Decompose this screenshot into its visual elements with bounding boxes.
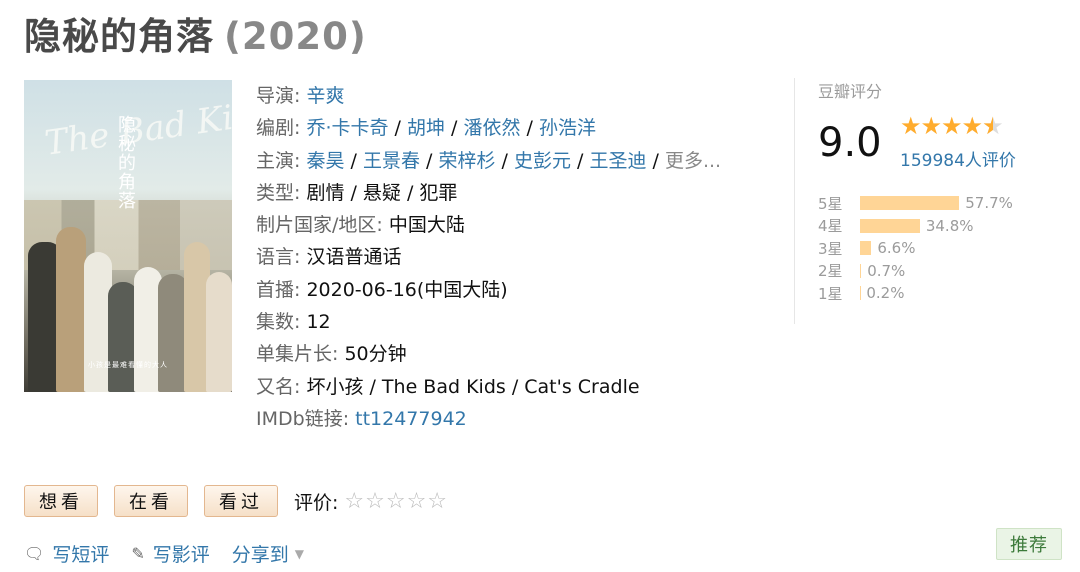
rating-bar-label: 4星 <box>818 217 843 236</box>
poster-image[interactable]: The Bad Kids 隐秘的角落 小孩是最难看懂的大人 <box>24 80 232 392</box>
pencil-icon: ✎ <box>131 544 145 563</box>
rating-bar-fill <box>860 241 872 256</box>
poster-caption: 小孩是最难看懂的大人 <box>88 361 168 369</box>
rating-bar-row: 5星 57.7% <box>818 192 1013 215</box>
director-link[interactable]: 辛爽 <box>306 85 344 107</box>
write-short-review-link[interactable]: 🗨︎ 写短评 <box>24 540 109 567</box>
writer-link[interactable]: 潘依然 <box>463 117 520 139</box>
rating-breakdown: 5星 57.7% 4星 34.8% 3星 6.6% 2星 0.7% 1星 0.2% <box>818 192 1013 305</box>
rating-count-link[interactable]: 159984人评价 <box>900 146 1016 171</box>
review-label: 写影评 <box>152 544 210 566</box>
rating-bar-label: 3星 <box>818 239 843 258</box>
half-star-icon: ★ <box>982 112 1003 140</box>
rating-bar-label: 5星 <box>818 194 843 213</box>
writers-row: 编剧: 乔·卡卡奇 / 胡坤 / 潘依然 / 孙浩洋 <box>256 117 596 140</box>
share-label: 分享到 <box>231 544 289 566</box>
title-year: (2020) <box>224 15 367 58</box>
language-label: 语言: <box>256 246 301 269</box>
rating-bar-percent: 0.2% <box>866 284 905 303</box>
page-title: 隐秘的角落 (2020) <box>24 6 367 60</box>
poster-cn-title: 隐秘的角落 <box>118 115 136 212</box>
watching-button[interactable]: 在看 <box>114 485 188 517</box>
aka-label: 又名: <box>256 375 301 398</box>
premiere-row: 首播: 2020-06-16(中国大陆) <box>256 274 721 306</box>
director-label: 导演: <box>256 85 301 107</box>
rating-bar-label: 2星 <box>818 262 843 281</box>
episodes-label: 集数: <box>256 311 301 334</box>
star-icon: ★ <box>961 112 983 140</box>
write-review-link[interactable]: ✎ 写影评 <box>131 540 209 567</box>
imdb-label: IMDb链接: <box>256 407 350 430</box>
rating-bar-percent: 0.7% <box>867 261 906 280</box>
runtime-row: 单集片长: 50分钟 <box>256 338 721 370</box>
language-row: 语言: 汉语普通话 <box>256 241 721 273</box>
share-dropdown[interactable]: 分享到 ▼ <box>232 540 304 567</box>
rating-divider <box>794 78 795 324</box>
genre-label: 类型: <box>256 181 301 204</box>
runtime-value: 50分钟 <box>344 343 407 366</box>
director-row: 导演: 辛爽 <box>256 80 721 112</box>
rating-bar-fill <box>860 196 960 211</box>
runtime-label: 单集片长: <box>256 343 339 366</box>
rating-score: 9.0 <box>818 120 882 166</box>
rating-bar-row: 4星 34.8% <box>818 215 1013 238</box>
watched-button[interactable]: 看过 <box>204 485 278 517</box>
region-row: 制片国家/地区: 中国大陆 <box>256 209 721 241</box>
genre-value: 剧情 / 悬疑 / 犯罪 <box>306 181 458 204</box>
aka-value: 坏小孩 / The Bad Kids / Cat's Cradle <box>306 375 640 398</box>
cast-link[interactable]: 史彭元 <box>514 150 571 172</box>
rating-stars: ★★★★★ <box>900 112 1004 140</box>
star-icon: ★ <box>941 112 962 140</box>
rating-panel: 豆瓣评分 9.0 ★★★★★ 159984人评价 5星57.7%4星34.8%3… <box>818 78 1058 303</box>
cast-link[interactable]: 王圣迪 <box>589 150 646 172</box>
comment-icon: 🗨︎ <box>24 544 45 563</box>
want-to-watch-button[interactable]: 想看 <box>24 485 98 517</box>
region-label: 制片国家/地区: <box>256 214 383 237</box>
cast-more-link[interactable]: 更多... <box>665 150 721 172</box>
bottom-links: 🗨︎ 写短评 ✎ 写影评 分享到 ▼ <box>24 540 326 567</box>
imdb-row: IMDb链接: tt12477942 <box>256 403 721 435</box>
writer-link[interactable]: 胡坤 <box>407 117 445 139</box>
chevron-down-icon: ▼ <box>294 546 304 561</box>
premiere-label: 首播: <box>256 278 301 301</box>
rating-bar-percent: 34.8% <box>925 216 974 235</box>
rating-bar-row: 1星 0.2% <box>818 282 1013 305</box>
title-name: 隐秘的角落 <box>24 15 214 58</box>
episodes-row: 集数: 12 <box>256 306 721 338</box>
premiere-value: 2020-06-16(中国大陆) <box>306 278 508 301</box>
rating-bar-percent: 57.7% <box>965 194 1013 213</box>
imdb-link[interactable]: tt12477942 <box>355 408 467 430</box>
writer-link[interactable]: 孙浩洋 <box>539 117 596 139</box>
rating-bar-label: 1星 <box>818 284 843 303</box>
cast-link[interactable]: 王景春 <box>363 150 420 172</box>
cast-link[interactable]: 荣梓杉 <box>438 150 495 172</box>
rating-bar-fill <box>860 263 862 278</box>
rate-label: 评价: <box>294 491 339 514</box>
info-panel: 导演: 辛爽 编剧: 乔·卡卡奇 / 胡坤 / 潘依然 / 孙浩洋 主演: 秦昊… <box>256 80 721 435</box>
rating-bar-row: 3星 6.6% <box>818 237 1013 260</box>
star-icon: ★ <box>900 112 921 140</box>
cast-link[interactable]: 秦昊 <box>306 150 344 172</box>
writer-link[interactable]: 乔·卡卡奇 <box>306 117 388 139</box>
rate-stars-input[interactable]: ☆☆☆☆☆ <box>344 489 448 514</box>
rating-bar-percent: 6.6% <box>877 239 916 258</box>
region-value: 中国大陆 <box>388 214 465 237</box>
recommend-button[interactable]: 推荐 <box>996 528 1062 560</box>
short-review-label: 写短评 <box>52 544 110 566</box>
cast-row: 主演: 秦昊 / 王景春 / 荣梓杉 / 史彭元 / 王圣迪 / 更多... <box>256 149 722 172</box>
rating-bar-row: 2星 0.7% <box>818 260 1013 283</box>
writers-label: 编剧: <box>256 117 301 140</box>
genre-row: 类型: 剧情 / 悬疑 / 犯罪 <box>256 177 721 209</box>
action-bar: 想看 在看 看过 评价: ☆☆☆☆☆ <box>24 485 448 517</box>
star-icon: ★ <box>920 112 942 140</box>
rating-label: 豆瓣评分 <box>818 82 883 101</box>
aka-row: 又名: 坏小孩 / The Bad Kids / Cat's Cradle <box>256 371 721 403</box>
language-value: 汉语普通话 <box>306 246 402 269</box>
cast-label: 主演: <box>256 149 301 172</box>
episodes-value: 12 <box>306 311 331 334</box>
rating-bar-fill <box>860 218 920 233</box>
